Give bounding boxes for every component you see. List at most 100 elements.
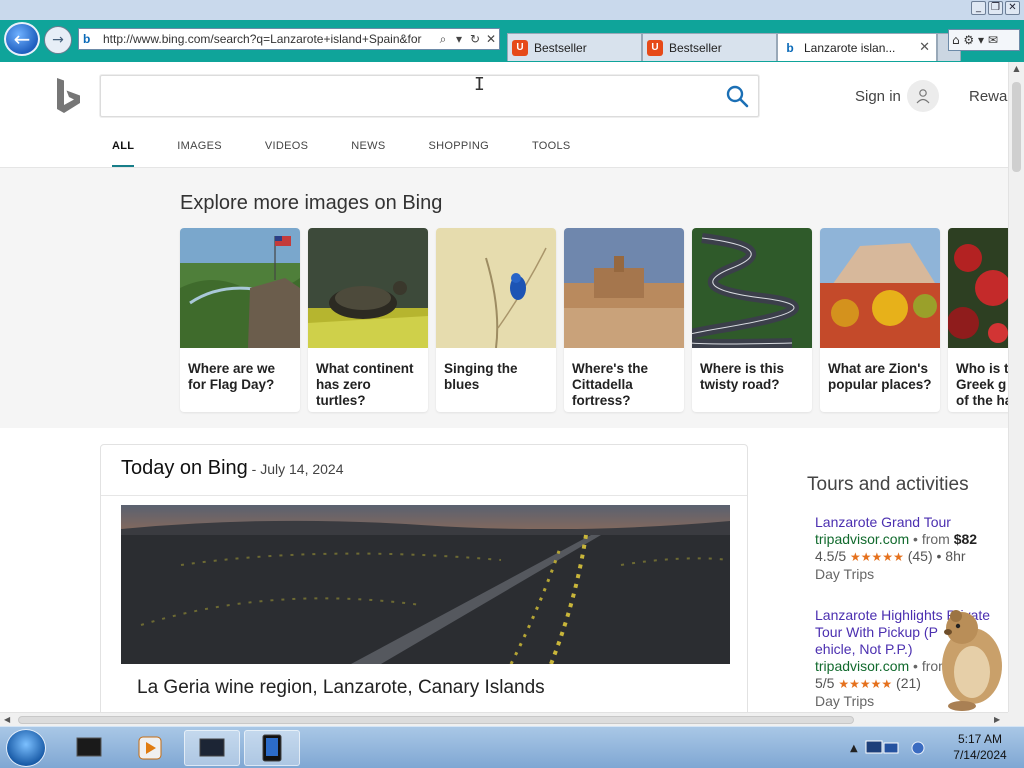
taskbar-app-1[interactable] bbox=[62, 730, 118, 766]
explore-card-greek[interactable]: Who is t Greek g of the ha bbox=[948, 228, 1008, 412]
search-icon[interactable]: ⌕ bbox=[435, 32, 451, 47]
card-image-twisty-road bbox=[692, 228, 812, 349]
window-controls: _ ❐ ✕ bbox=[971, 1, 1020, 15]
start-button[interactable] bbox=[6, 729, 46, 767]
home-tools-buttons[interactable]: ⌂ ⚙ ▾ ✉ bbox=[948, 29, 1020, 51]
navigation-row: ← → b http://www.bing.com/search?q=Lanza… bbox=[0, 20, 1024, 62]
hamster-mascot-icon bbox=[942, 610, 1002, 711]
user-icon bbox=[916, 89, 930, 104]
search-box[interactable] bbox=[100, 75, 759, 117]
card-image-turtle bbox=[308, 228, 428, 348]
tab-strip: U Bestseller U Bestseller b Lanzarote is… bbox=[507, 33, 961, 61]
horizontal-scroll-thumb[interactable] bbox=[18, 716, 854, 724]
today-heading: Today on Bing - July 14, 2024 bbox=[121, 457, 344, 479]
search-scopes: ALL IMAGES VIDEOS NEWS SHOPPING TOOLS bbox=[112, 132, 614, 168]
explore-card-blues[interactable]: Singing the blues bbox=[436, 228, 556, 412]
text-cursor-icon: I bbox=[474, 74, 485, 95]
explore-images-section: Explore more images on Bing Where are we… bbox=[0, 168, 1008, 428]
window-app-icon bbox=[199, 738, 225, 757]
bing-results-page: I Sign in Rewa ALL IMAGES VIDEOS NEWS SH… bbox=[0, 62, 1008, 712]
vertical-scrollbar[interactable]: ▲ bbox=[1008, 62, 1024, 712]
close-window-button[interactable]: ✕ bbox=[1005, 1, 1020, 15]
close-tab-icon[interactable]: ✕ bbox=[919, 40, 930, 55]
title-bar: _ ❐ ✕ bbox=[0, 0, 1024, 20]
rewards-link[interactable]: Rewa bbox=[969, 88, 1007, 105]
minimize-button[interactable]: _ bbox=[971, 1, 986, 15]
bing-icon: b bbox=[786, 40, 794, 55]
globe-icon[interactable] bbox=[910, 740, 926, 756]
taskbar-clock[interactable]: 5:17 AM 7/14/2024 bbox=[940, 731, 1020, 763]
taskbar-media-player[interactable] bbox=[122, 730, 178, 766]
media-player-icon bbox=[138, 736, 162, 760]
tour-name-link[interactable]: Lanzarote Grand Tour bbox=[815, 514, 1008, 531]
refresh-icon[interactable]: ↻ bbox=[467, 32, 483, 46]
explore-card-zion[interactable]: What are Zion's popular places? bbox=[820, 228, 940, 412]
address-url[interactable]: http://www.bing.com/search?q=Lanzarote+i… bbox=[103, 32, 435, 46]
search-icon[interactable] bbox=[725, 84, 749, 108]
explore-card-turtles[interactable]: What continent has zero turtles? bbox=[308, 228, 428, 412]
scope-tools[interactable]: TOOLS bbox=[532, 132, 571, 168]
horizontal-scrollbar[interactable]: ◀ ▶ bbox=[0, 712, 1008, 726]
tray-chevron-icon[interactable]: ▲ bbox=[850, 743, 858, 754]
tab-label: Lanzarote islan... bbox=[804, 40, 896, 55]
card-caption: Who is t Greek g of the ha bbox=[956, 361, 1008, 408]
scope-news[interactable]: NEWS bbox=[351, 132, 385, 168]
bing-logo-icon[interactable] bbox=[54, 76, 84, 116]
star-rating-icon: ★★★★★ bbox=[850, 550, 904, 564]
tour-site: tripadvisor.com • from $82 bbox=[815, 531, 978, 547]
dropdown-icon[interactable]: ▾ bbox=[451, 32, 467, 46]
card-image-red-berries bbox=[948, 228, 1008, 348]
tab-label: Bestseller bbox=[669, 40, 722, 55]
today-date: - July 14, 2024 bbox=[247, 461, 344, 477]
address-bar[interactable]: b http://www.bing.com/search?q=Lanzarote… bbox=[78, 28, 500, 50]
clock-time: 5:17 AM bbox=[957, 732, 1003, 746]
restore-button[interactable]: ❐ bbox=[988, 1, 1003, 15]
vertical-scroll-thumb[interactable] bbox=[1012, 82, 1021, 172]
search-input[interactable] bbox=[109, 82, 709, 110]
card-caption: Where are we for Flag Day? bbox=[188, 361, 276, 392]
card-caption: What continent has zero turtles? bbox=[316, 361, 414, 408]
explore-card-flag-day[interactable]: Where are we for Flag Day? bbox=[180, 228, 300, 412]
today-on-bing-card[interactable]: Today on Bing - July 14, 2024 La Geria w… bbox=[100, 444, 748, 712]
network-icon[interactable] bbox=[864, 738, 904, 758]
tour-category: Day Trips bbox=[815, 566, 875, 582]
sign-in-link[interactable]: Sign in bbox=[855, 88, 901, 105]
arrow-right-icon: → bbox=[52, 32, 64, 48]
avatar[interactable] bbox=[907, 80, 939, 112]
scroll-left-icon[interactable]: ◀ bbox=[4, 713, 10, 727]
taskbar: ▲ 5:17 AM 7/14/2024 bbox=[0, 726, 1024, 768]
shopping-bag-icon: U bbox=[512, 39, 528, 56]
explore-card-cittadella[interactable]: Where's the Cittadella fortress? bbox=[564, 228, 684, 412]
tab-bestseller-1[interactable]: U Bestseller bbox=[507, 33, 642, 61]
today-caption[interactable]: La Geria wine region, Lanzarote, Canary … bbox=[137, 677, 545, 699]
today-image-vineyard[interactable] bbox=[121, 505, 730, 664]
forward-button[interactable]: → bbox=[44, 26, 72, 54]
card-caption: Where is this twisty road? bbox=[700, 361, 785, 392]
tours-title: Tours and activities bbox=[807, 474, 969, 495]
scroll-right-icon[interactable]: ▶ bbox=[994, 713, 1000, 727]
system-tray: ▲ bbox=[850, 730, 940, 766]
scope-images[interactable]: IMAGES bbox=[177, 132, 222, 168]
tour-item[interactable]: Lanzarote Grand Tour tripadvisor.com • f… bbox=[815, 514, 1008, 583]
scope-shopping[interactable]: SHOPPING bbox=[428, 132, 488, 168]
card-caption: Where's the Cittadella fortress? bbox=[572, 361, 648, 408]
taskbar-app-4[interactable] bbox=[244, 730, 300, 766]
explore-cards: Where are we for Flag Day? What continent… bbox=[180, 228, 1008, 412]
card-image-bluebird bbox=[436, 228, 556, 349]
card-image-canyon bbox=[820, 228, 940, 348]
tab-lanzarote[interactable]: b Lanzarote islan... ✕ bbox=[777, 33, 937, 61]
stop-icon[interactable]: ✕ bbox=[483, 32, 499, 46]
scope-all[interactable]: ALL bbox=[112, 132, 135, 168]
scroll-up-icon[interactable]: ▲ bbox=[1009, 62, 1024, 76]
taskbar-app-3[interactable] bbox=[184, 730, 240, 766]
card-image-landscape-flag bbox=[180, 228, 300, 348]
scope-videos[interactable]: VIDEOS bbox=[265, 132, 308, 168]
tab-bestseller-2[interactable]: U Bestseller bbox=[642, 33, 777, 61]
scroll-corner bbox=[1008, 712, 1024, 726]
back-button[interactable]: ← bbox=[4, 22, 40, 56]
card-image-fortress-town bbox=[564, 228, 684, 348]
tour-rating: 4.5/5 ★★★★★ (45) • 8hr bbox=[815, 548, 966, 564]
explore-card-twisty-road[interactable]: Where is this twisty road? bbox=[692, 228, 812, 412]
shopping-bag-icon: U bbox=[647, 39, 663, 56]
clock-date: 7/14/2024 bbox=[953, 748, 1007, 762]
